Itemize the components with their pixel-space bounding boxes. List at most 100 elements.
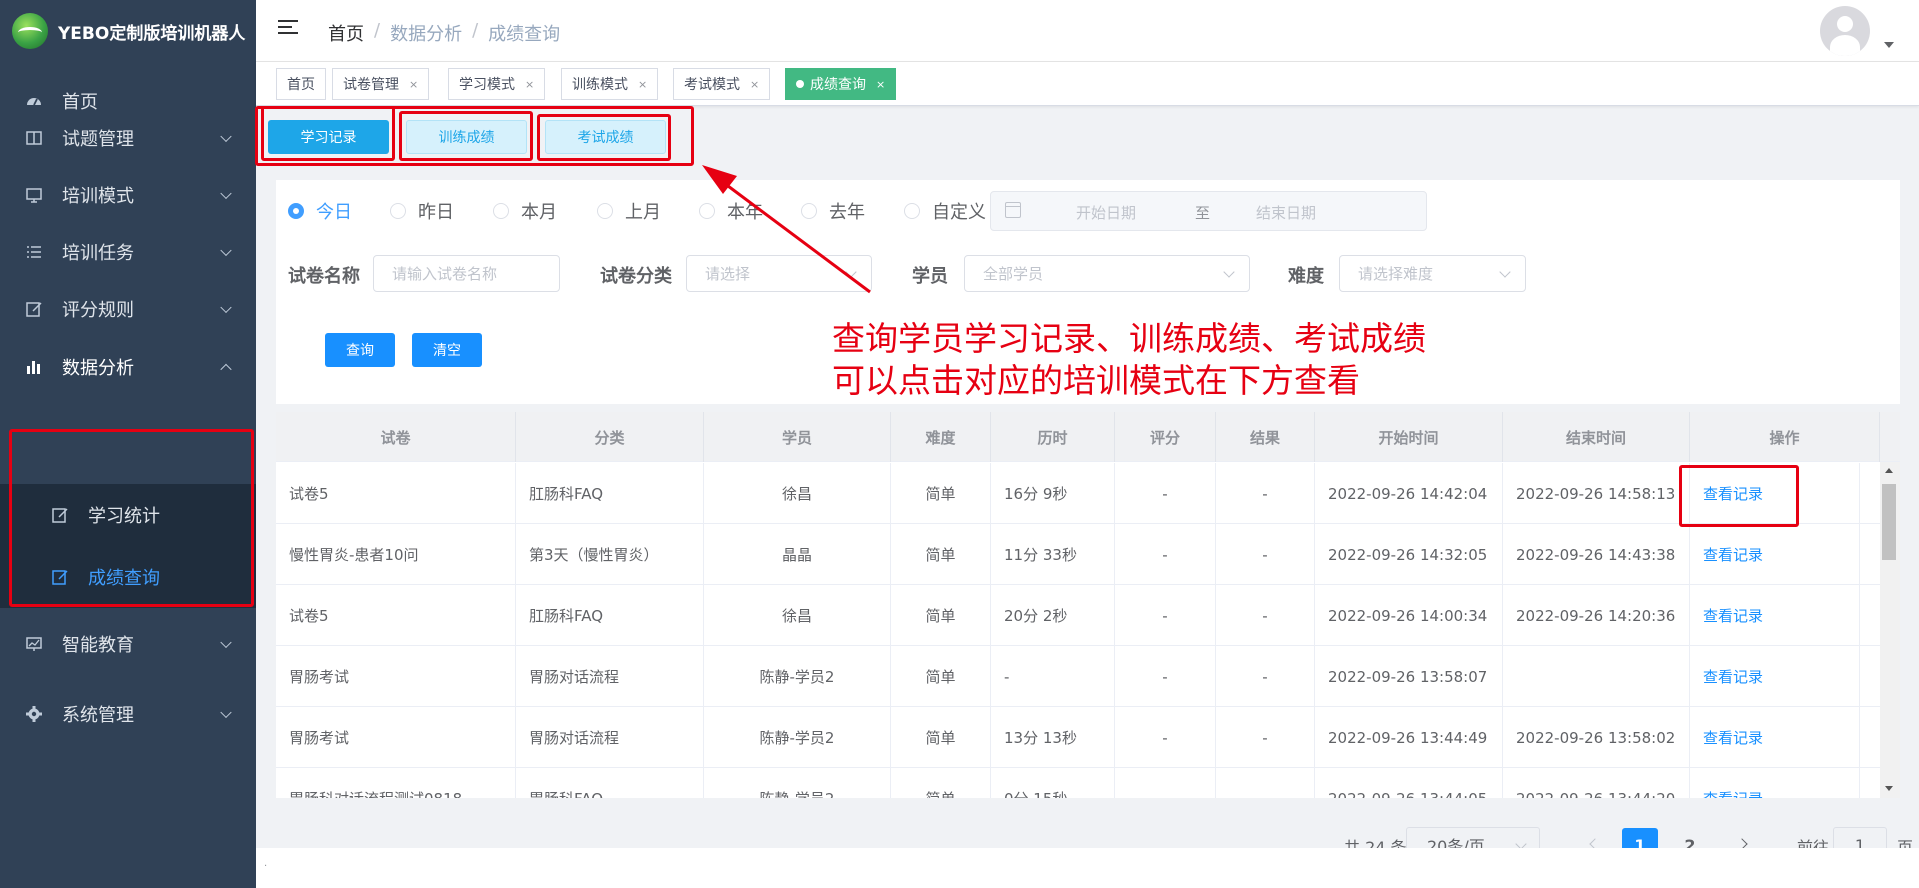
caret-down-icon[interactable] [1884, 42, 1894, 48]
select-placeholder: 全部学员 [983, 265, 1044, 283]
sidebar-item-training-task[interactable]: 培训任务 [0, 224, 256, 280]
cell-result: - [1216, 463, 1315, 524]
view-record-link[interactable]: 查看记录 [1690, 524, 1860, 585]
annotation-arrow-icon [702, 165, 871, 294]
table-row: 试卷5 肛肠科FAQ 徐昌 简单 16分 9秒 - - 2022-09-26 1… [276, 463, 1880, 524]
tag-paper-management[interactable]: 试卷管理 × [332, 68, 430, 100]
sidebar-item-label: 智能教育 [62, 635, 134, 656]
cell-end-time: 2022-09-26 14:58:13 [1503, 463, 1690, 524]
user-avatar[interactable] [1820, 6, 1870, 56]
cell-duration: 20分 2秒 [991, 585, 1115, 646]
table-row: 慢性胃炎-患者10问 第3天（慢性胃炎） 晶晶 简单 11分 33秒 - - 2… [276, 524, 1880, 585]
cell-end-time: 2022-09-26 13:44:20 [1503, 768, 1690, 798]
cell-paper: 胃肠考试 [276, 646, 516, 707]
cell-start-time: 2022-09-26 13:58:07 [1315, 646, 1503, 707]
sidebar-item-label: 培训模式 [62, 186, 134, 207]
cell-duration: 16分 9秒 [991, 463, 1115, 524]
radio-circle [493, 203, 509, 219]
column-header: 分类 [516, 412, 704, 462]
sidebar-item-label: 系统管理 [62, 705, 134, 726]
date-range-picker[interactable]: 开始日期 至 结束日期 [990, 191, 1427, 231]
breadcrumb-home[interactable]: 首页 [328, 20, 364, 46]
cell-difficulty: 简单 [891, 585, 991, 646]
radio-circle [390, 203, 406, 219]
cell-result: - [1216, 646, 1315, 707]
list-icon [24, 242, 44, 262]
scrollbar-thumb[interactable] [1882, 484, 1896, 560]
cell-category: 肛肠科FAQ [516, 585, 704, 646]
cell-score: - [1115, 524, 1216, 585]
footer: . [256, 848, 1919, 888]
app-title: YEBO定制版培训机器人 [58, 23, 246, 44]
annotation-line: 可以点击对应的培训模式在下方查看 [832, 361, 1360, 400]
scroll-down-arrow-icon[interactable] [1885, 786, 1893, 791]
chevron-down-icon [1499, 266, 1511, 278]
cell-student: 徐昌 [704, 463, 891, 524]
cell-result: - [1216, 768, 1315, 798]
tag-training-mode[interactable]: 训练模式 × [561, 68, 659, 100]
paper-name-input[interactable]: 请输入试卷名称 [373, 255, 560, 292]
sidebar-item-smart-education[interactable]: 智能教育 [0, 616, 256, 672]
radio-custom[interactable]: 自定义 [904, 198, 986, 224]
cell-student: 晶晶 [704, 524, 891, 585]
table-row: 试卷5 肛肠科FAQ 徐昌 简单 20分 2秒 - - 2022-09-26 1… [276, 585, 1880, 646]
cell-paper: 试卷5 [276, 585, 516, 646]
chevron-down-icon [220, 130, 232, 143]
close-icon[interactable]: × [525, 78, 534, 91]
close-icon[interactable]: × [876, 78, 885, 91]
close-icon[interactable]: × [409, 78, 418, 91]
cell-result: - [1216, 524, 1315, 585]
radio-label: 今日 [316, 202, 352, 223]
tag-study-mode[interactable]: 学习模式 × [448, 68, 546, 100]
chevron-down-icon [220, 636, 232, 649]
view-record-link[interactable]: 查看记录 [1690, 646, 1860, 707]
active-dot-icon [796, 80, 804, 88]
radio-today[interactable]: 今日 [288, 198, 352, 224]
view-record-link[interactable]: 查看记录 [1690, 768, 1860, 798]
close-icon[interactable]: × [638, 78, 647, 91]
radio-last-month[interactable]: 上月 [597, 198, 661, 224]
calendar-icon [1005, 202, 1021, 218]
tag-score-query[interactable]: 成绩查询 × [785, 68, 897, 100]
column-header: 学员 [704, 412, 891, 462]
tag-label: 试卷管理 [343, 77, 399, 93]
end-date-input[interactable]: 结束日期 [1256, 202, 1316, 223]
start-date-input[interactable]: 开始日期 [1076, 202, 1136, 223]
radio-circle [904, 203, 920, 219]
clear-button[interactable]: 清空 [412, 333, 482, 367]
breadcrumb-separator: / [374, 20, 381, 41]
sidebar-item-system-management[interactable]: 系统管理 [0, 686, 256, 742]
monitor-icon [24, 185, 44, 205]
column-header: 评分 [1115, 412, 1216, 462]
cell-duration: - [991, 646, 1115, 707]
student-select[interactable]: 全部学员 [964, 255, 1250, 292]
hamburger-menu-icon[interactable] [278, 20, 298, 38]
gear-icon [24, 704, 44, 724]
tag-label: 成绩查询 [810, 77, 866, 93]
book-icon [24, 128, 44, 148]
sidebar-item-data-analysis[interactable]: 数据分析 [0, 339, 256, 395]
score-table: 试卷 分类 学员 难度 历时 评分 结果 开始时间 结束时间 操作 试卷5 肛肠… [276, 412, 1900, 798]
cell-difficulty: 简单 [891, 768, 991, 798]
cell-category: 第3天（慢性胃炎） [516, 524, 704, 585]
tag-label: 首页 [287, 77, 315, 93]
sidebar-item-training-mode[interactable]: 培训模式 [0, 167, 256, 223]
radio-yesterday[interactable]: 昨日 [390, 198, 454, 224]
column-header: 历时 [991, 412, 1115, 462]
view-record-link[interactable]: 查看记录 [1690, 585, 1860, 646]
table-header: 试卷 分类 学员 难度 历时 评分 结果 开始时间 结束时间 操作 [276, 412, 1900, 462]
radio-this-month[interactable]: 本月 [493, 198, 557, 224]
sidebar-item-scoring-rules[interactable]: 评分规则 [0, 281, 256, 337]
sidebar-item-question-management[interactable]: 试题管理 [0, 110, 256, 166]
tag-exam-mode[interactable]: 考试模式 × [673, 68, 771, 100]
difficulty-select[interactable]: 请选择难度 [1339, 255, 1526, 292]
view-record-link[interactable]: 查看记录 [1690, 707, 1860, 768]
close-icon[interactable]: × [750, 78, 759, 91]
select-placeholder: 请选择难度 [1358, 265, 1434, 283]
scroll-up-arrow-icon[interactable] [1885, 468, 1893, 473]
cell-paper: 胃肠考试 [276, 707, 516, 768]
chevron-down-icon [220, 706, 232, 719]
tag-home[interactable]: 首页 [276, 68, 326, 100]
search-button[interactable]: 查询 [325, 333, 395, 367]
app-logo[interactable]: YEBO定制版培训机器人 [0, 0, 256, 62]
